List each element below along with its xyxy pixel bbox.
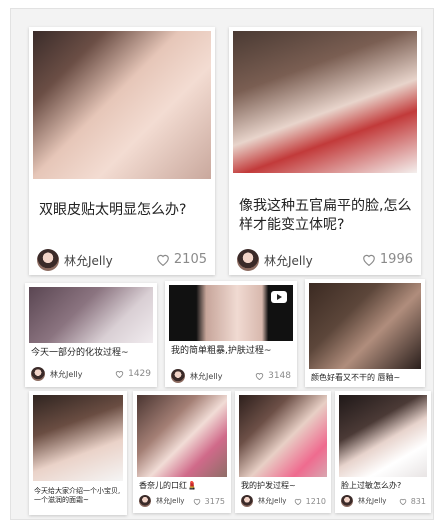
note-cover-image[interactable] (33, 395, 123, 481)
heart-outline-icon (255, 373, 264, 380)
like-count[interactable]: 831 (399, 497, 426, 506)
author-name: 林允Jelly (358, 497, 387, 505)
note-author[interactable]: 林允Jelly (341, 495, 386, 507)
note-cover-image[interactable] (29, 287, 153, 343)
like-count[interactable]: 1429 (115, 369, 151, 379)
note-card[interactable]: 脸上过敏怎么办? 林允Jelly 831 (335, 391, 431, 513)
note-caption: 双眼皮贴太明显怎么办? (39, 202, 187, 218)
note-caption: 颜色好看又不干的 唇釉~ (311, 373, 401, 382)
heart-outline-icon (193, 498, 200, 505)
author-name: 林允Jelly (64, 253, 113, 268)
like-count[interactable]: 1996 (362, 252, 413, 267)
like-count-value: 3148 (268, 371, 291, 381)
note-cover-image[interactable] (33, 31, 211, 179)
note-card[interactable]: 双眼皮贴太明显怎么办? 林允Jelly 2105 (29, 27, 215, 275)
like-count-value: 1210 (305, 497, 326, 506)
avatar (31, 367, 45, 381)
heart-outline-icon (157, 254, 169, 266)
avatar (171, 369, 185, 383)
note-card[interactable]: 像我这种五官扁平的脸,怎么样才能变立体呢? 林允Jelly 1996 (229, 27, 421, 275)
note-caption: 我的护发过程~ (241, 481, 296, 490)
note-card[interactable]: 颜色好看又不干的 唇釉~ (305, 279, 425, 387)
like-count[interactable]: 2105 (156, 252, 207, 267)
like-count-value: 2105 (173, 252, 207, 267)
heart-outline-icon (363, 254, 375, 266)
note-cover-image[interactable] (339, 395, 427, 477)
note-cover-image[interactable] (169, 285, 293, 341)
author-name: 林允Jelly (264, 253, 313, 268)
note-caption: 我的简单粗暴,护肤过程~ (171, 346, 272, 356)
feed-grid: 双眼皮贴太明显怎么办? 林允Jelly 2105 像我这种五官扁平的脸,怎么样才… (10, 8, 434, 520)
note-cover-image[interactable] (309, 283, 421, 369)
author-name: 林允Jelly (156, 497, 185, 505)
note-author[interactable]: 林允Jelly (171, 369, 222, 383)
note-card[interactable]: 我的简单粗暴,护肤过程~ 林允Jelly 3148 (165, 281, 297, 387)
note-author[interactable]: 林允Jelly (241, 495, 286, 507)
note-author[interactable]: 林允Jelly (37, 249, 113, 271)
like-count[interactable]: 1210 (294, 497, 326, 506)
author-name: 林允Jelly (50, 369, 83, 379)
note-caption: 今天给大家介绍一个小宝贝,一个滋润的面霜~ (34, 487, 121, 505)
note-card[interactable]: 我的护发过程~ 林允Jelly 1210 (235, 391, 331, 513)
note-cover-image[interactable] (239, 395, 327, 477)
avatar (37, 249, 59, 271)
play-icon[interactable] (271, 291, 287, 303)
avatar (241, 495, 253, 507)
heart-outline-icon (115, 371, 124, 378)
heart-outline-icon (294, 498, 301, 505)
avatar (237, 249, 259, 271)
heart-outline-icon (399, 498, 406, 505)
author-name: 林允Jelly (258, 497, 287, 505)
like-count-value: 1996 (379, 252, 413, 267)
note-card[interactable]: 今天给大家介绍一个小宝贝,一个滋润的面霜~ (29, 391, 127, 515)
like-count[interactable]: 3148 (255, 371, 291, 381)
note-cover-image[interactable] (233, 31, 417, 173)
note-caption: 今天一部分的化妆过程~ (31, 348, 129, 358)
like-count-value: 831 (410, 497, 426, 506)
note-card[interactable]: 香奈儿的口红💄 林允Jelly 3175 (133, 391, 231, 513)
note-caption: 像我这种五官扁平的脸,怎么样才能变立体呢? (239, 198, 412, 233)
avatar (341, 495, 353, 507)
note-author[interactable]: 林允Jelly (31, 367, 82, 381)
note-caption: 香奈儿的口红💄 (139, 481, 197, 490)
note-cover-image[interactable] (137, 395, 227, 477)
note-caption: 脸上过敏怎么办? (341, 481, 402, 490)
note-card[interactable]: 今天一部分的化妆过程~ 林允Jelly 1429 (25, 283, 157, 387)
like-count-value: 1429 (128, 369, 151, 379)
like-count-value: 3175 (204, 497, 225, 506)
note-author[interactable]: 林允Jelly (237, 249, 313, 271)
author-name: 林允Jelly (190, 371, 223, 381)
note-author[interactable]: 林允Jelly (139, 495, 184, 507)
avatar (139, 495, 151, 507)
like-count[interactable]: 3175 (193, 497, 225, 506)
